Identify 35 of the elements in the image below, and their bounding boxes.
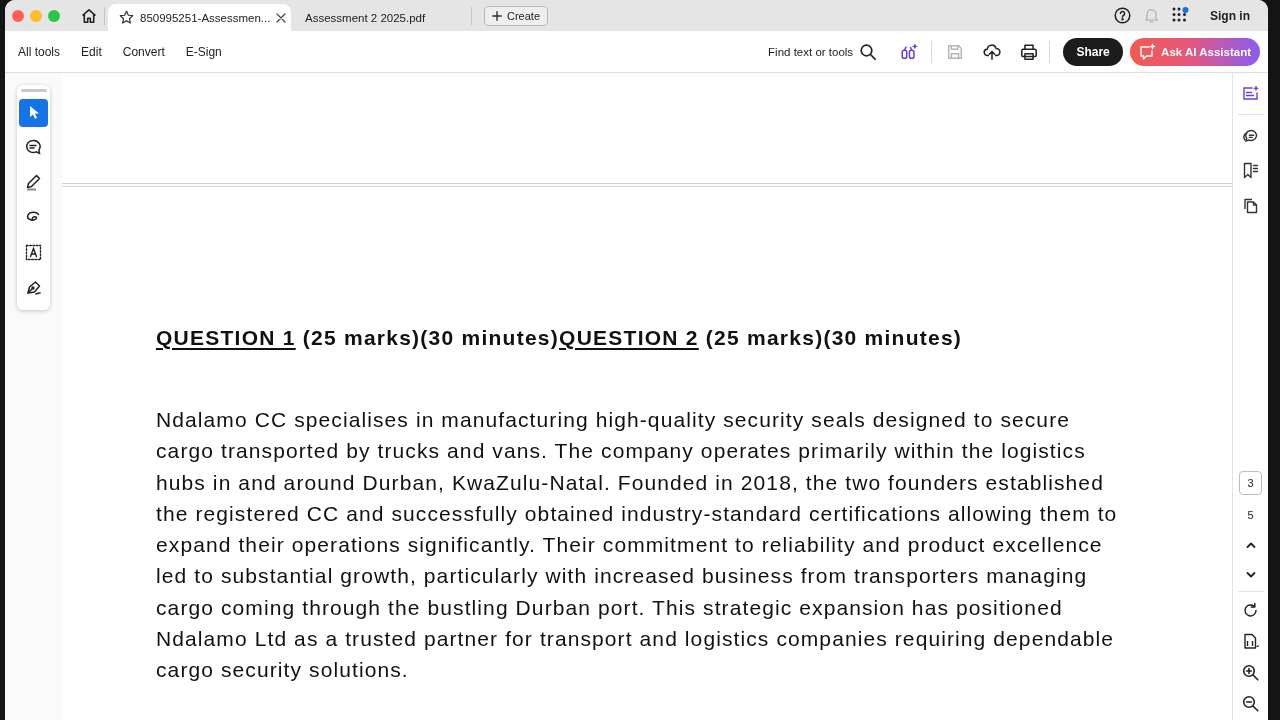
close-icon[interactable] — [276, 12, 287, 23]
star-icon[interactable] — [119, 10, 134, 25]
menu-item[interactable]: All tools — [18, 44, 61, 59]
chat-sparkle-icon — [1138, 42, 1157, 61]
sign-in-button[interactable]: Sign in — [1210, 8, 1250, 23]
document-tab[interactable]: Assessment 2 2025.pdf — [291, 4, 471, 31]
question-heading: QUESTION 1 (25 marks)(30 minutes)QUESTION 2 (25 marks)(30 minutes) — [156, 326, 964, 350]
search-icon — [860, 43, 877, 60]
pens-sparkle-icon[interactable] — [899, 42, 918, 61]
home-icon[interactable] — [81, 7, 97, 24]
ask-ai-assistant-button[interactable]: Ask AI Assistant — [1130, 37, 1260, 66]
menu-item[interactable]: Convert — [122, 44, 165, 59]
apps-grid-icon[interactable] — [1172, 7, 1189, 24]
fit-page-icon[interactable] — [1242, 633, 1259, 650]
sparkle-note-icon[interactable] — [1242, 85, 1259, 102]
page-count: 5 — [1247, 509, 1254, 521]
plus-icon — [492, 10, 502, 21]
share-button[interactable]: Share — [1063, 37, 1124, 66]
menu-item[interactable]: E-Sign — [185, 44, 222, 59]
pages-icon[interactable] — [1242, 197, 1259, 214]
help-icon[interactable] — [1114, 7, 1131, 24]
question-paragraph: Ndalamo CC specialises in manufacturing high-quality security seals designed to secure cargo transported by trucks and vans. The company operates primarily within the logistics hubs in and around Durban, KwaZulu-Natal. Founded in 2018, the two founders established the registered CC and successfully obtained industry-standard certifications allowing them to expand their operations significantly. Their commitment to reliability and product excellence led to substantial growth, particularly with increased business from transporters managing cargo coming through the bustling Durban port. This strategic expansion has positioned Ndalamo Ltd as a trusted partner for transport and logistics companies requiring dependable cargo security solutions. — [156, 407, 1119, 684]
cloud-upload-icon[interactable] — [982, 42, 1001, 61]
page-number-field[interactable]: 3 — [1239, 471, 1262, 495]
menu-item[interactable]: Edit — [81, 44, 102, 59]
find-tools-button[interactable]: Find text or tools — [768, 43, 877, 60]
rotate-icon[interactable] — [1242, 602, 1259, 619]
create-button[interactable]: Create — [484, 5, 549, 26]
document-tab[interactable]: 850995251-Assessmen... — [108, 4, 291, 31]
bookmark-icon[interactable] — [1242, 162, 1259, 179]
printer-icon[interactable] — [1019, 42, 1038, 61]
comment-icon[interactable] — [1242, 128, 1259, 145]
text-box-icon — [23, 243, 44, 263]
zoom-out-icon[interactable] — [1242, 695, 1259, 712]
zoom-in-icon[interactable] — [1242, 664, 1259, 681]
